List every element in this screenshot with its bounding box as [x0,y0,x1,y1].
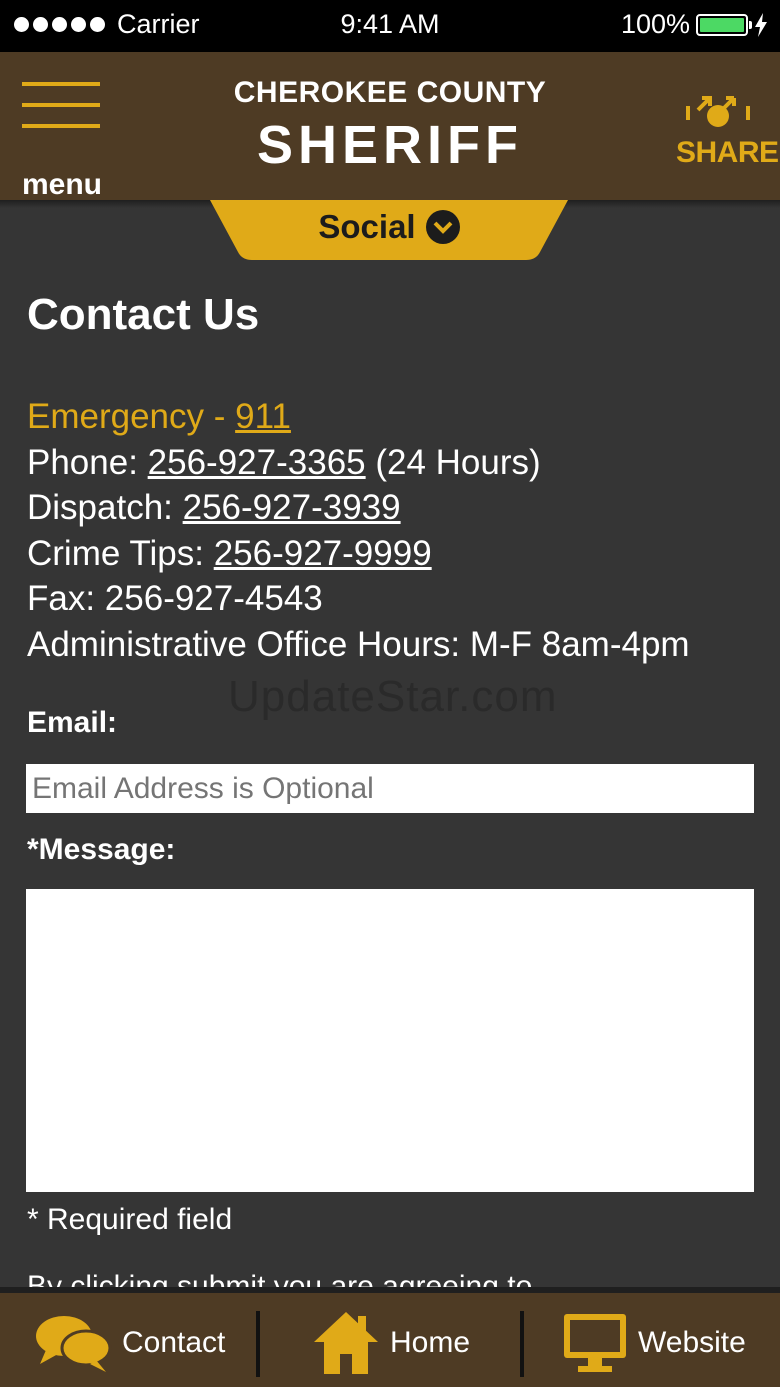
nav-website[interactable]: Website [562,1299,746,1387]
app-header: menu CHEROKEE COUNTY SHERIFF SHARE [0,52,780,201]
nav-home-label: Home [390,1326,471,1359]
nav-divider [256,1311,260,1377]
emergency-line: Emergency - 911 [27,394,690,440]
status-bar: Carrier 9:41 AM 100% [0,0,780,52]
battery-indicator: 100% [621,9,768,40]
nav-contact[interactable]: Contact [34,1299,225,1387]
bottom-nav: Contact Home Website [0,1287,780,1387]
office-hours-line: Administrative Office Hours: M-F 8am-4pm [27,624,690,664]
crime-tips-number-link[interactable]: 256-927-9999 [214,534,432,573]
battery-percent: 100% [620,9,690,39]
nav-home[interactable]: Home [312,1299,470,1387]
social-tab-label: Social [318,208,416,245]
message-textarea[interactable] [26,889,754,1192]
header-title-county: CHEROKEE COUNTY [233,76,547,109]
phone-line: Phone: 256-927-3365 (24 Hours) [27,440,690,486]
email-label: Email: [27,706,118,739]
dispatch-line: Dispatch: 256-927-3939 [27,485,690,531]
emergency-number-link[interactable]: 911 [235,397,291,436]
required-field-note: * Required field [27,1203,233,1236]
contact-section: Contact Us Emergency - 911 Phone: 256-92… [27,290,757,664]
share-button[interactable]: SHARE [676,92,779,169]
chevron-down-icon [425,210,460,244]
crime-tips-label: Crime Tips: [27,533,214,573]
nav-contact-label: Contact [122,1326,226,1359]
monitor-icon [564,1314,626,1372]
nav-website-label: Website [638,1326,746,1359]
emergency-label: Emergency - [27,397,236,436]
social-dropdown-tab[interactable]: Social [210,200,568,260]
share-label: SHARE [676,136,779,169]
dispatch-number-link[interactable]: 256-927-3939 [183,488,401,527]
header-title-sheriff: SHERIFF [256,115,523,175]
contact-info: Emergency - 911 Phone: 256-927-3365 (24 … [27,394,690,667]
page-title: Contact Us [27,290,260,339]
charging-bolt-icon [755,12,767,37]
phone-label: Phone: [27,442,148,482]
phone-number-link[interactable]: 256-927-3365 [148,443,366,482]
nav-divider [520,1311,524,1377]
fax-line: Fax: 256-927-4543 [27,579,323,618]
email-field[interactable] [26,764,754,813]
battery-icon [696,13,752,36]
message-label: *Message: [27,833,176,866]
phone-suffix: (24 Hours) [365,442,541,482]
home-icon [314,1312,378,1374]
watermark: UpdateStar.com [228,672,558,721]
crime-tips-line: Crime Tips: 256-927-9999 [27,531,690,577]
dispatch-label: Dispatch: [27,488,183,527]
share-icon [686,96,750,127]
chat-bubbles-icon [36,1316,112,1372]
